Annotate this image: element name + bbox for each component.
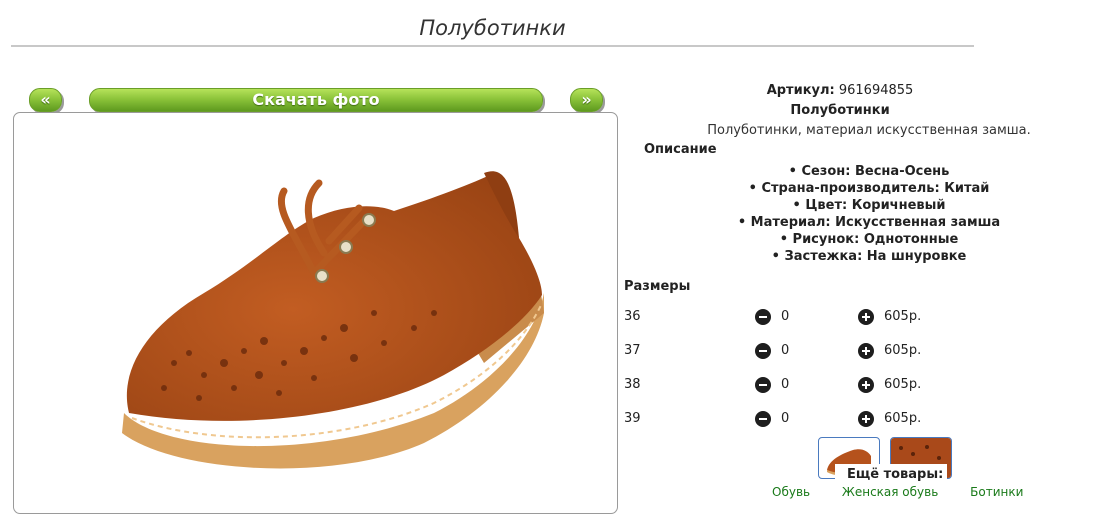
prev-photo-button[interactable]: « [29, 88, 62, 112]
size-price: 605р. [884, 309, 922, 324]
sku-label: Артикул: [766, 83, 835, 98]
plus-icon[interactable] [858, 411, 874, 427]
quantity-value: 0 [781, 411, 790, 426]
plus-icon[interactable] [858, 377, 874, 393]
product-description: Полуботинки, материал искусственная замш… [707, 123, 1031, 138]
size-label: 39 [624, 411, 641, 426]
sku-value: 961694855 [838, 83, 914, 98]
attribute-item: Рисунок: Однотонные [604, 231, 1104, 248]
sku-line: Артикул: 961694855 [624, 83, 1056, 98]
size-label: 37 [624, 343, 641, 358]
size-row: 37 0 605р. [624, 343, 1104, 363]
size-label: 38 [624, 377, 641, 392]
product-photo [13, 112, 618, 514]
plus-icon[interactable] [858, 343, 874, 359]
next-photo-button[interactable]: » [570, 88, 603, 112]
attribute-item: Материал: Искусственная замша [604, 214, 1104, 231]
quantity-value: 0 [781, 343, 790, 358]
size-label: 36 [624, 309, 641, 324]
quantity-value: 0 [781, 309, 790, 324]
minus-icon[interactable] [755, 377, 771, 393]
page-title: Полуботинки [419, 16, 566, 40]
size-row: 39 0 605р. [624, 411, 1104, 431]
more-link[interactable]: Женская обувь [842, 485, 938, 499]
minus-icon[interactable] [755, 411, 771, 427]
more-link[interactable]: Обувь [772, 485, 810, 499]
more-products-heading: Ещё товары: [847, 467, 944, 482]
more-link[interactable]: Ботинки [970, 485, 1023, 499]
attribute-item: Цвет: Коричневый [604, 197, 1104, 214]
size-price: 605р. [884, 343, 922, 358]
size-row: 36 0 605р. [624, 309, 1104, 329]
sizes-heading: Размеры [624, 279, 691, 294]
download-photo-button[interactable]: Скачать фото [89, 88, 543, 112]
description-heading: Описание [644, 142, 717, 157]
minus-icon[interactable] [755, 343, 771, 359]
shoe-image [122, 171, 544, 469]
attribute-item: Страна-производитель: Китай [604, 180, 1104, 197]
quantity-value: 0 [781, 377, 790, 392]
size-price: 605р. [884, 377, 922, 392]
attribute-list: Сезон: Весна-Осень Страна-производитель:… [624, 163, 1104, 265]
size-price: 605р. [884, 411, 922, 426]
minus-icon[interactable] [755, 309, 771, 325]
more-products-links: Обувь Женская обувь Ботинки [772, 485, 1051, 499]
title-divider [11, 45, 974, 47]
size-row: 38 0 605р. [624, 377, 1104, 397]
product-name: Полуботинки [790, 103, 890, 118]
attribute-item: Сезон: Весна-Осень [604, 163, 1104, 180]
attribute-item: Застежка: На шнуровке [604, 248, 1104, 265]
plus-icon[interactable] [858, 309, 874, 325]
